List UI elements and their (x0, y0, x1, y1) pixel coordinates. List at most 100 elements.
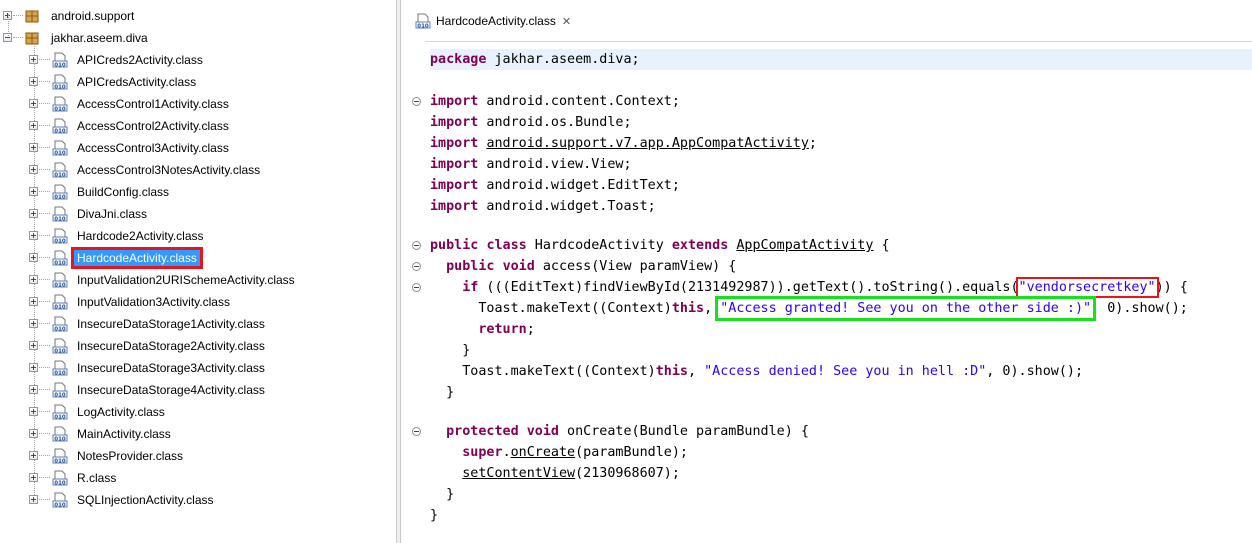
close-tab-icon[interactable]: ✕ (562, 15, 571, 28)
tree-class-label: InsecureDataStorage4Activity.class (77, 383, 265, 397)
code-line: import android.widget.EditText; (430, 178, 680, 193)
tree-class-label: InsecureDataStorage1Activity.class (77, 317, 265, 331)
class-file-icon: 010 (52, 250, 68, 266)
expand-icon[interactable] (29, 231, 38, 240)
tree-row-class[interactable]: 010 AccessControl2Activity.class (0, 115, 396, 137)
code-line: protected void onCreate(Bundle paramBund… (446, 424, 809, 439)
code-line: Toast.makeText((Context)this, "Access de… (462, 364, 1084, 379)
tree-row-class[interactable]: 010 InsecureDataStorage3Activity.class (0, 357, 396, 379)
code-line: return; (478, 322, 535, 337)
code-line: } (462, 343, 471, 358)
access-granted-string: "Access granted! See you on the other si… (715, 296, 1097, 321)
expand-icon[interactable] (29, 143, 38, 152)
tree-row-package[interactable]: android.support (0, 5, 396, 27)
type-link[interactable]: AppCompatActivity (736, 238, 873, 253)
fold-toggle-icon[interactable] (412, 97, 421, 106)
tree-row-class[interactable]: 010 HardcodeActivity.class (0, 247, 396, 269)
tree-row-class[interactable]: 010 InsecureDataStorage1Activity.class (0, 313, 396, 335)
class-file-icon: 010 (52, 404, 68, 420)
expand-icon[interactable] (29, 363, 38, 372)
expand-icon[interactable] (29, 297, 38, 306)
tree-class-label: AccessControl3NotesActivity.class (77, 163, 261, 177)
fold-toggle-icon[interactable] (412, 427, 421, 436)
svg-text:010: 010 (54, 194, 66, 200)
code-line: import android.view.View; (430, 157, 632, 172)
svg-text:010: 010 (54, 436, 66, 442)
tree-class-label: InputValidation2URISchemeActivity.class (77, 273, 295, 287)
expand-icon[interactable] (29, 473, 38, 482)
class-file-icon: 010 (52, 206, 68, 222)
tree-row-class[interactable]: 010 AccessControl1Activity.class (0, 93, 396, 115)
tree-row-package[interactable]: jakhar.aseem.diva (0, 27, 396, 49)
expand-icon[interactable] (29, 429, 38, 438)
expand-icon[interactable] (29, 275, 38, 284)
expand-icon[interactable] (29, 55, 38, 64)
tree-row-class[interactable]: 010 InsecureDataStorage2Activity.class (0, 335, 396, 357)
code-line: super.onCreate(paramBundle); (462, 445, 688, 460)
tree-class-label: MainActivity.class (77, 427, 171, 441)
expand-icon[interactable] (29, 77, 38, 86)
code-line: Toast.makeText((Context)this, "Access gr… (478, 296, 1188, 321)
tab-hardcodeactivity[interactable]: 010 HardcodeActivity.class ✕ (415, 10, 571, 32)
expand-icon[interactable] (29, 495, 38, 504)
svg-text:010: 010 (54, 370, 66, 376)
tree-row-class[interactable]: 010 AccessControl3NotesActivity.class (0, 159, 396, 181)
tab-label: HardcodeActivity.class (436, 14, 556, 28)
svg-text:010: 010 (54, 502, 66, 508)
hardcoded-key-string: "vendorsecretkey" (1015, 277, 1159, 298)
svg-text:010: 010 (54, 238, 66, 244)
svg-text:010: 010 (54, 480, 66, 486)
expand-icon[interactable] (29, 407, 38, 416)
tree-row-class[interactable]: 010 MainActivity.class (0, 423, 396, 445)
tree-row-class[interactable]: 010 AccessControl3Activity.class (0, 137, 396, 159)
tree-row-class[interactable]: 010 DivaJni.class (0, 203, 396, 225)
tree-row-class[interactable]: 010 InputValidation3Activity.class (0, 291, 396, 313)
tree-row-class[interactable]: 010 InputValidation2URISchemeActivity.cla… (0, 269, 396, 291)
class-file-icon: 010 (52, 184, 68, 200)
class-file-icon: 010 (52, 118, 68, 134)
fold-toggle-icon[interactable] (412, 241, 421, 250)
svg-text:010: 010 (54, 62, 66, 68)
expand-icon[interactable] (29, 99, 38, 108)
code-line: public void access(View paramView) { (446, 259, 737, 274)
code-line: import android.widget.Toast; (430, 199, 656, 214)
class-file-icon: 010 (52, 492, 68, 508)
expand-icon[interactable] (29, 319, 38, 328)
expand-icon[interactable] (29, 165, 38, 174)
svg-text:010: 010 (54, 458, 66, 464)
tree-row-class[interactable]: 010 LogActivity.class (0, 401, 396, 423)
tree-row-class[interactable]: 010 BuildConfig.class (0, 181, 396, 203)
expand-icon[interactable] (29, 385, 38, 394)
tree-row-class[interactable]: 010 NotesProvider.class (0, 445, 396, 467)
expand-icon[interactable] (29, 253, 38, 262)
type-link[interactable]: android.support.v7.app.AppCompatActivity (486, 136, 808, 151)
tree-class-label: InsecureDataStorage3Activity.class (77, 361, 265, 375)
expand-icon[interactable] (29, 121, 38, 130)
svg-text:010: 010 (54, 172, 66, 178)
fold-toggle-icon[interactable] (412, 283, 421, 292)
tree-row-class[interactable]: 010 R.class (0, 467, 396, 489)
class-file-icon: 010 (52, 228, 68, 244)
tree-package-label: jakhar.aseem.diva (51, 31, 148, 45)
svg-text:010: 010 (54, 326, 66, 332)
fold-toggle-icon[interactable] (412, 262, 421, 271)
tree-row-class[interactable]: 010 Hardcode2Activity.class (0, 225, 396, 247)
class-file-icon: 010 (52, 96, 68, 112)
package-icon (25, 32, 39, 45)
tree-class-label: AccessControl1Activity.class (77, 97, 229, 111)
class-file-icon: 010 (52, 360, 68, 376)
expand-icon[interactable] (29, 187, 38, 196)
tree-row-class[interactable]: 010 InsecureDataStorage4Activity.class (0, 379, 396, 401)
expand-icon[interactable] (29, 341, 38, 350)
expand-icon[interactable] (29, 451, 38, 460)
tree-row-class[interactable]: 010 APICreds2Activity.class (0, 49, 396, 71)
class-file-icon: 010 (52, 52, 68, 68)
svg-text:010: 010 (54, 84, 66, 90)
code-line: import android.content.Context; (430, 94, 680, 109)
tree-row-class[interactable]: 010 APICredsActivity.class (0, 71, 396, 93)
svg-text:010: 010 (54, 282, 66, 288)
package-explorer-tree: android.support jakhar.aseem.diva 010 API… (0, 0, 396, 543)
tree-row-class[interactable]: 010 SQLInjectionActivity.class (0, 489, 396, 511)
expand-icon[interactable] (29, 209, 38, 218)
class-file-icon: 010 (52, 338, 68, 354)
